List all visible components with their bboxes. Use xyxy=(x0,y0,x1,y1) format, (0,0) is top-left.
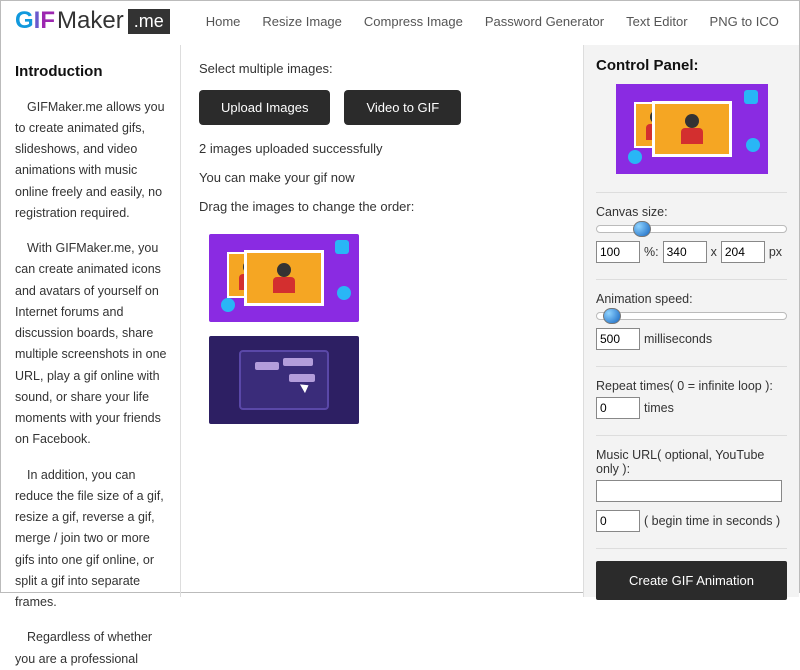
preview-thumbnail xyxy=(616,84,768,174)
photo-icon xyxy=(244,250,324,306)
nav-home[interactable]: Home xyxy=(206,14,241,29)
speed-input[interactable] xyxy=(596,328,640,350)
control-panel: Control Panel: Canvas size: %: x xyxy=(584,45,799,597)
video-to-gif-button[interactable]: Video to GIF xyxy=(344,90,461,125)
slider-thumb-icon[interactable] xyxy=(603,308,621,324)
social-icon xyxy=(744,90,758,104)
social-icon xyxy=(746,138,760,152)
music-begin-input[interactable] xyxy=(596,510,640,532)
repeat-unit: times xyxy=(644,401,674,415)
intro-p4: Regardless of whether you are a professi… xyxy=(15,627,168,670)
repeat-input[interactable] xyxy=(596,397,640,419)
music-section: Music URL( optional, YouTube only ): ( b… xyxy=(596,435,787,548)
canvas-size-section: Canvas size: %: x px xyxy=(596,192,787,279)
header: GIFMaker.me Home Resize Image Compress I… xyxy=(1,1,799,45)
thumbnail-list xyxy=(209,234,565,424)
create-section: Create GIF Animation xyxy=(596,548,787,608)
create-gif-button[interactable]: Create GIF Animation xyxy=(596,561,787,600)
music-begin-label: ( begin time in seconds ) xyxy=(644,514,780,528)
music-label: Music URL( optional, YouTube only ): xyxy=(596,448,787,476)
logo-me: .me xyxy=(128,9,170,34)
social-icon xyxy=(337,286,351,300)
logo-f: F xyxy=(40,7,55,35)
photo-icon xyxy=(652,101,732,157)
thumbnail-1[interactable] xyxy=(209,234,359,322)
main: Introduction GIFMaker.me allows you to c… xyxy=(1,45,799,597)
make-now-text: You can make your gif now xyxy=(199,170,565,185)
thumbnail-2[interactable] xyxy=(209,336,359,424)
social-icon xyxy=(335,240,349,254)
social-icon xyxy=(221,298,235,312)
drag-label: Drag the images to change the order: xyxy=(199,199,565,214)
button-row: Upload Images Video to GIF xyxy=(199,90,565,125)
canvas-height-input[interactable] xyxy=(721,241,765,263)
panel-title: Control Panel: xyxy=(596,57,787,74)
logo-i: I xyxy=(34,7,41,35)
canvas-size-label: Canvas size: xyxy=(596,205,787,219)
upload-images-button[interactable]: Upload Images xyxy=(199,90,330,125)
intro-title: Introduction xyxy=(15,59,168,85)
repeat-label: Repeat times( 0 = infinite loop ): xyxy=(596,379,787,393)
px-label: px xyxy=(769,245,782,259)
top-nav: Home Resize Image Compress Image Passwor… xyxy=(206,14,779,29)
nav-password[interactable]: Password Generator xyxy=(485,14,604,29)
canvas-size-slider[interactable] xyxy=(596,225,787,233)
intro-p1: GIFMaker.me allows you to create animate… xyxy=(15,97,168,225)
upload-status: 2 images uploaded successfully xyxy=(199,141,565,156)
intro-p2: With GIFMaker.me, you can create animate… xyxy=(15,238,168,451)
slider-thumb-icon[interactable] xyxy=(633,221,651,237)
x-label: x xyxy=(711,245,717,259)
logo[interactable]: GIFMaker.me xyxy=(15,7,170,35)
cursor-icon xyxy=(300,381,311,393)
percent-suffix: %: xyxy=(644,245,659,259)
canvas-width-input[interactable] xyxy=(663,241,707,263)
music-url-input[interactable] xyxy=(596,480,782,502)
speed-unit: milliseconds xyxy=(644,332,712,346)
nav-resize[interactable]: Resize Image xyxy=(262,14,341,29)
nav-texteditor[interactable]: Text Editor xyxy=(626,14,687,29)
repeat-section: Repeat times( 0 = infinite loop ): times xyxy=(596,366,787,435)
nav-compress[interactable]: Compress Image xyxy=(364,14,463,29)
speed-label: Animation speed: xyxy=(596,292,787,306)
intro-sidebar: Introduction GIFMaker.me allows you to c… xyxy=(1,45,181,597)
nav-pngico[interactable]: PNG to ICO xyxy=(710,14,779,29)
social-icon xyxy=(628,150,642,164)
laptop-icon xyxy=(239,350,329,410)
logo-maker: Maker xyxy=(57,7,124,35)
animation-speed-section: Animation speed: milliseconds xyxy=(596,279,787,366)
canvas-percent-input[interactable] xyxy=(596,241,640,263)
select-label: Select multiple images: xyxy=(199,61,565,76)
intro-p3: In addition, you can reduce the file siz… xyxy=(15,465,168,614)
speed-slider[interactable] xyxy=(596,312,787,320)
center-panel: Select multiple images: Upload Images Vi… xyxy=(181,45,584,597)
logo-g: G xyxy=(15,7,34,35)
